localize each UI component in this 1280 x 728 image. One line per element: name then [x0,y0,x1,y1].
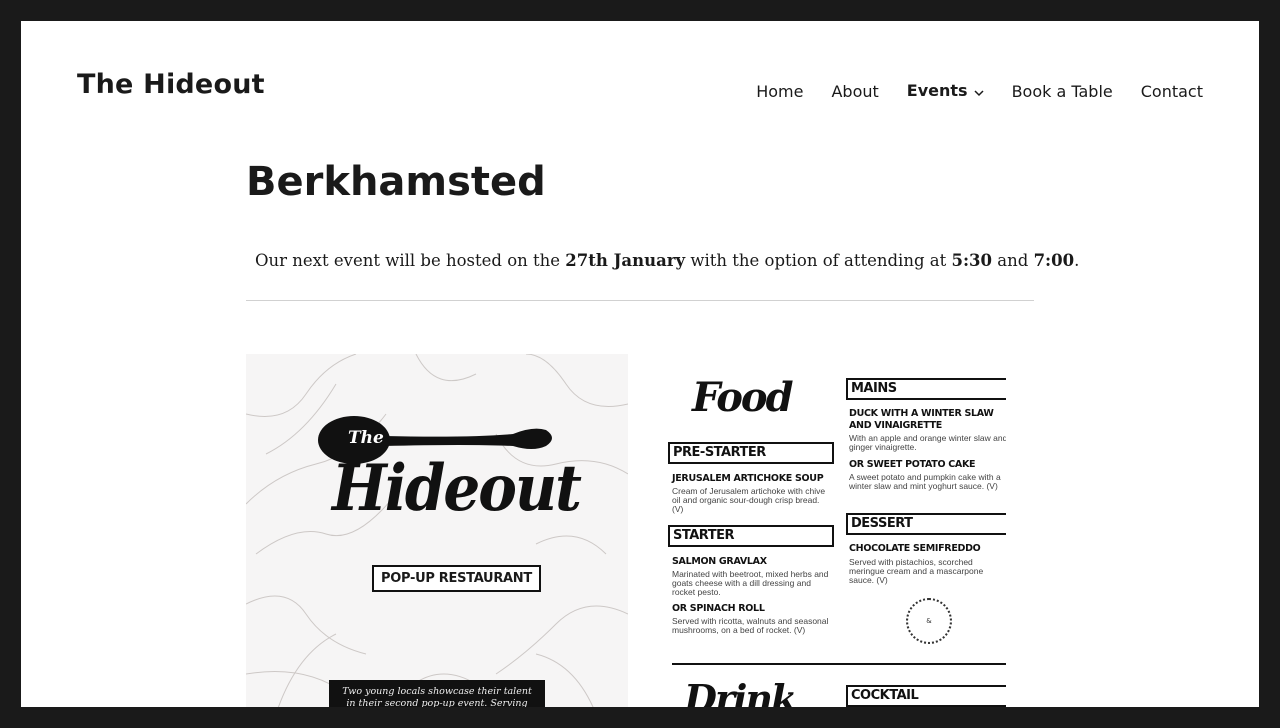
bread-supplier-stamp: & [906,598,952,644]
event-time-second: 7:00 [1033,251,1075,270]
intro-text-part: and [992,251,1034,270]
nav-item-events-label: Events [906,81,968,100]
chevron-down-icon[interactable] [974,82,984,101]
menu-listing: Food PRE-STARTER JERUSALEM ARTICHOKE SOU… [646,354,1006,707]
section-starter: STARTER [668,525,834,547]
event-intro-text: Our next event will be hosted on the 27t… [255,251,1079,270]
intro-text-part: . [1074,251,1080,270]
cover-blurb: Two young locals showcase their talent i… [329,680,545,707]
nav-item-home[interactable]: Home [756,82,803,101]
cover-the-text: The [348,428,384,448]
section-mains: MAINS [846,378,1006,400]
main-navigation: Home About Events Book a Table Contact [756,81,1203,101]
nav-item-events[interactable]: Events [907,81,984,101]
section-pre-starter: PRE-STARTER [668,442,834,464]
nav-item-about[interactable]: About [831,82,878,101]
drink-heading: Drink [684,676,797,707]
page: The Hideout Home About Events Book a Tab… [21,21,1259,707]
nav-item-contact[interactable]: Contact [1141,82,1203,101]
dish-name: SALMON GRAVLAX [672,556,767,567]
food-heading: Food [692,374,794,421]
cover-brand-text: Hideout [332,450,582,526]
dish-description: Marinated with beetroot, mixed herbs and… [672,569,829,597]
dish-name: CHOCOLATE SEMIFREDDO [849,543,981,554]
section-dessert: DESSERT [846,513,1006,535]
dish-description: Cream of Jerusalem artichoke with chive … [672,486,826,514]
event-date: 27th January [565,251,686,270]
dish-description: With an apple and orange winter slaw and… [849,433,1006,452]
dish-name: JERUSALEM ARTICHOKE SOUP [672,473,824,484]
dish-name: OR SPINACH ROLL [672,603,765,614]
popup-restaurant-badge: POP-UP RESTAURANT [372,565,541,592]
dish-name: OR SWEET POTATO CAKE [849,459,976,470]
dish-name: DUCK WITH A WINTER SLAW AND VINAIGRETTE [849,408,994,431]
section-cocktail: COCKTAIL [846,685,1006,707]
menu-image: The Hideout POP-UP RESTAURANT Two young … [246,354,1006,707]
dish-description: Served with ricotta, walnuts and seasona… [672,616,829,635]
dish-description: A sweet potato and pumpkin cake with a w… [849,472,1001,491]
nav-item-book-a-table[interactable]: Book a Table [1012,82,1113,101]
page-title: Berkhamsted [246,159,546,205]
dish-description: Served with pistachios, scorched meringu… [849,557,984,585]
event-time-first: 5:30 [951,251,993,270]
menu-divider [672,663,1006,665]
site-title[interactable]: The Hideout [77,69,265,100]
menu-cover: The Hideout POP-UP RESTAURANT Two young … [246,354,628,707]
intro-text-part: Our next event will be hosted on the [255,251,566,270]
intro-text-part: with the option of attending at [685,251,952,270]
divider [246,300,1034,301]
tree-branches-illustration [246,354,628,707]
